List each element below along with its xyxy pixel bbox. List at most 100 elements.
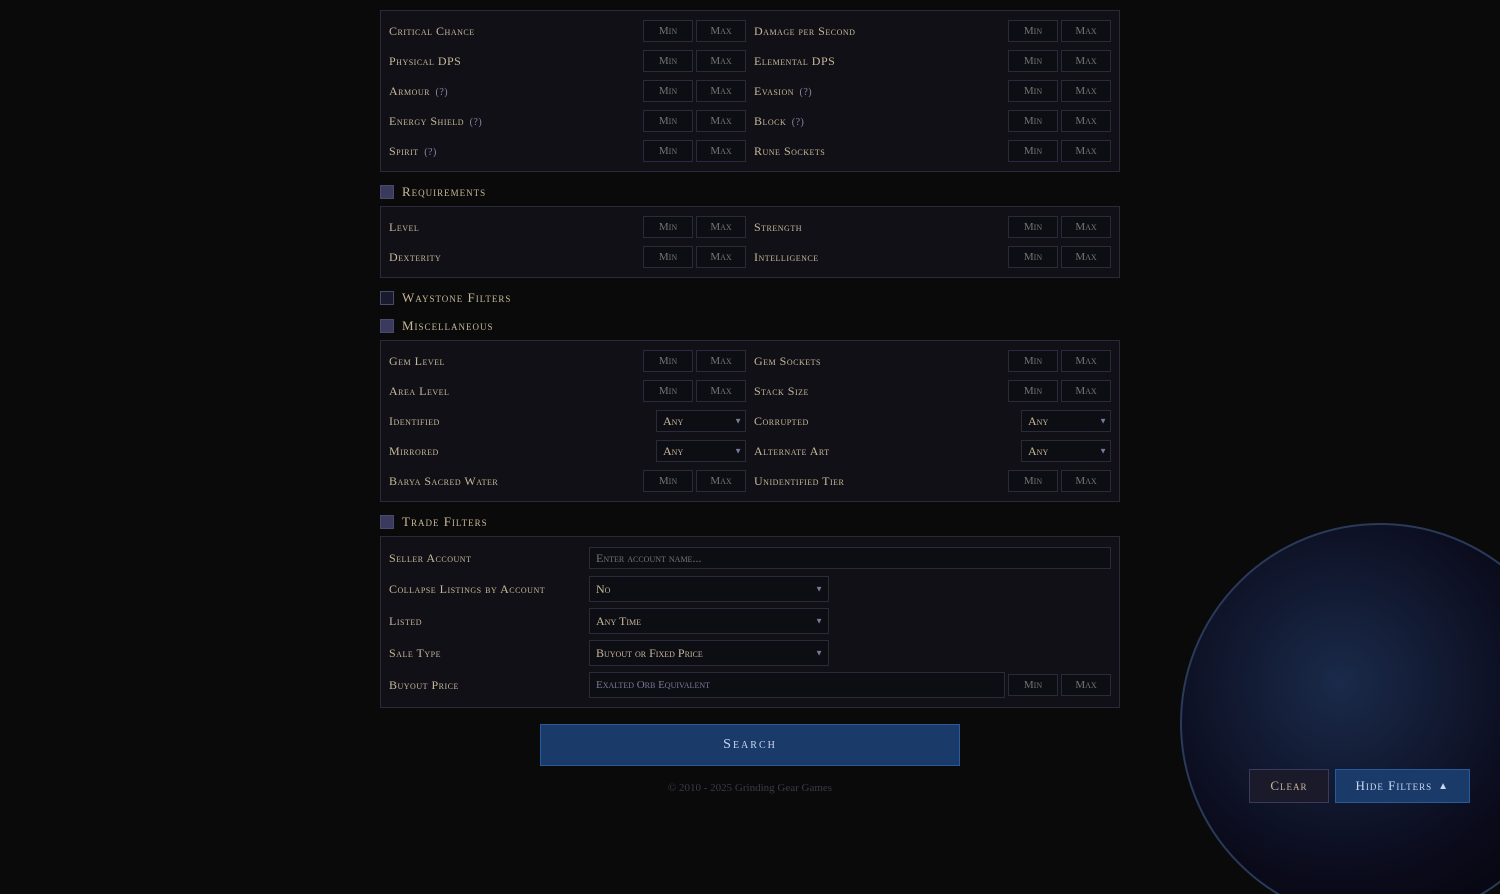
mirrored-label: Mirrored [389, 444, 656, 459]
hide-filters-label: Hide Filters [1356, 778, 1433, 794]
alternate-art-label: Alternate Art [754, 444, 1021, 459]
gem-sockets-min[interactable] [1008, 350, 1058, 372]
elemental-dps-max[interactable] [1061, 50, 1111, 72]
level-min[interactable] [643, 216, 693, 238]
seller-account-input[interactable] [589, 547, 1111, 569]
identified-select-wrapper: AnyYesNo [656, 410, 746, 432]
rune-sockets-label: Rune Sockets [754, 144, 1008, 159]
barya-minmax [643, 470, 746, 492]
seller-account-control [589, 547, 1111, 569]
barya-max[interactable] [696, 470, 746, 492]
collapse-listings-control: NoYes [589, 576, 1111, 602]
elemental-dps-row: Elemental DPS [754, 47, 1111, 75]
block-max[interactable] [1061, 110, 1111, 132]
misc-filter-grid: Gem Level Gem Sockets Area Level Stack S… [380, 340, 1120, 502]
seller-account-row: Seller Account [389, 543, 1111, 573]
mirrored-select-wrapper: AnyYesNo [656, 440, 746, 462]
trade-checkbox[interactable] [380, 515, 394, 529]
damage-per-second-row: Damage per Second [754, 17, 1111, 45]
alternate-art-select[interactable]: AnyYesNo [1021, 440, 1111, 462]
corrupted-label: Corrupted [754, 414, 1021, 429]
energy-shield-max[interactable] [696, 110, 746, 132]
strength-label: Strength [754, 220, 1008, 235]
gem-sockets-max[interactable] [1061, 350, 1111, 372]
armour-max[interactable] [696, 80, 746, 102]
rune-sockets-max[interactable] [1061, 140, 1111, 162]
damage-per-second-minmax [1008, 20, 1111, 42]
block-min[interactable] [1008, 110, 1058, 132]
sale-type-row: Sale Type Buyout or Fixed PriceAnyPriced… [389, 637, 1111, 669]
hide-filters-button[interactable]: Hide Filters ▲ [1335, 769, 1470, 803]
corrupted-select[interactable]: AnyYesNo [1021, 410, 1111, 432]
unidentified-tier-min[interactable] [1008, 470, 1058, 492]
requirements-checkbox[interactable] [380, 185, 394, 199]
evasion-minmax [1008, 80, 1111, 102]
spirit-min[interactable] [643, 140, 693, 162]
elemental-dps-min[interactable] [1008, 50, 1058, 72]
gem-level-max[interactable] [696, 350, 746, 372]
spirit-max[interactable] [696, 140, 746, 162]
area-level-max[interactable] [696, 380, 746, 402]
dexterity-minmax [643, 246, 746, 268]
buyout-min[interactable] [1008, 674, 1058, 696]
mirrored-select[interactable]: AnyYesNo [656, 440, 746, 462]
level-max[interactable] [696, 216, 746, 238]
misc-checkbox[interactable] [380, 319, 394, 333]
physical-dps-label: Physical DPS [389, 54, 643, 69]
damage-per-second-max[interactable] [1061, 20, 1111, 42]
critical-chance-min[interactable] [643, 20, 693, 42]
intelligence-max[interactable] [1061, 246, 1111, 268]
physical-dps-min[interactable] [643, 50, 693, 72]
physical-dps-max[interactable] [696, 50, 746, 72]
clear-button[interactable]: Clear [1249, 769, 1328, 803]
rune-sockets-min[interactable] [1008, 140, 1058, 162]
identified-row: Identified AnyYesNo [389, 407, 746, 435]
waystone-title: Waystone Filters [402, 290, 511, 306]
chevron-up-icon: ▲ [1438, 781, 1449, 792]
area-level-min[interactable] [643, 380, 693, 402]
critical-chance-row: Critical Chance [389, 17, 746, 45]
energy-shield-min[interactable] [643, 110, 693, 132]
barya-min[interactable] [643, 470, 693, 492]
dexterity-max[interactable] [696, 246, 746, 268]
sale-type-select-wrapper: Buyout or Fixed PriceAnyPricedUnpriced [589, 640, 829, 666]
intelligence-min[interactable] [1008, 246, 1058, 268]
strength-min[interactable] [1008, 216, 1058, 238]
unidentified-tier-minmax [1008, 470, 1111, 492]
dexterity-min[interactable] [643, 246, 693, 268]
trade-section-header: Trade Filters [380, 514, 1120, 530]
waystone-checkbox[interactable] [380, 291, 394, 305]
physical-dps-minmax [643, 50, 746, 72]
energy-shield-minmax [643, 110, 746, 132]
critical-chance-max[interactable] [696, 20, 746, 42]
strength-max[interactable] [1061, 216, 1111, 238]
block-help: (?) [792, 117, 805, 128]
gem-sockets-row: Gem Sockets [754, 347, 1111, 375]
search-button[interactable]: Search [540, 724, 960, 766]
stack-size-min[interactable] [1008, 380, 1058, 402]
evasion-min[interactable] [1008, 80, 1058, 102]
energy-shield-label: Energy Shield (?) [389, 114, 643, 129]
level-minmax [643, 216, 746, 238]
level-row: Level [389, 213, 746, 241]
listed-select[interactable]: Any Time1 day3 days1 week [589, 608, 829, 634]
collapse-listings-select[interactable]: NoYes [589, 576, 829, 602]
stack-size-max[interactable] [1061, 380, 1111, 402]
identified-select[interactable]: AnyYesNo [656, 410, 746, 432]
evasion-max[interactable] [1061, 80, 1111, 102]
sale-type-select[interactable]: Buyout or Fixed PriceAnyPricedUnpriced [589, 640, 829, 666]
area-level-row: Area Level [389, 377, 746, 405]
buyout-max[interactable] [1061, 674, 1111, 696]
unidentified-tier-max[interactable] [1061, 470, 1111, 492]
damage-per-second-min[interactable] [1008, 20, 1058, 42]
collapse-listings-label: Collapse Listings by Account [389, 582, 589, 597]
corrupted-select-wrapper: AnyYesNo [1021, 410, 1111, 432]
seller-account-label: Seller Account [389, 551, 589, 566]
armour-min[interactable] [643, 80, 693, 102]
identified-label: Identified [389, 414, 656, 429]
evasion-label: Evasion (?) [754, 84, 1008, 99]
mirrored-row: Mirrored AnyYesNo [389, 437, 746, 465]
strength-row: Strength [754, 213, 1111, 241]
gem-level-min[interactable] [643, 350, 693, 372]
level-label: Level [389, 220, 643, 235]
